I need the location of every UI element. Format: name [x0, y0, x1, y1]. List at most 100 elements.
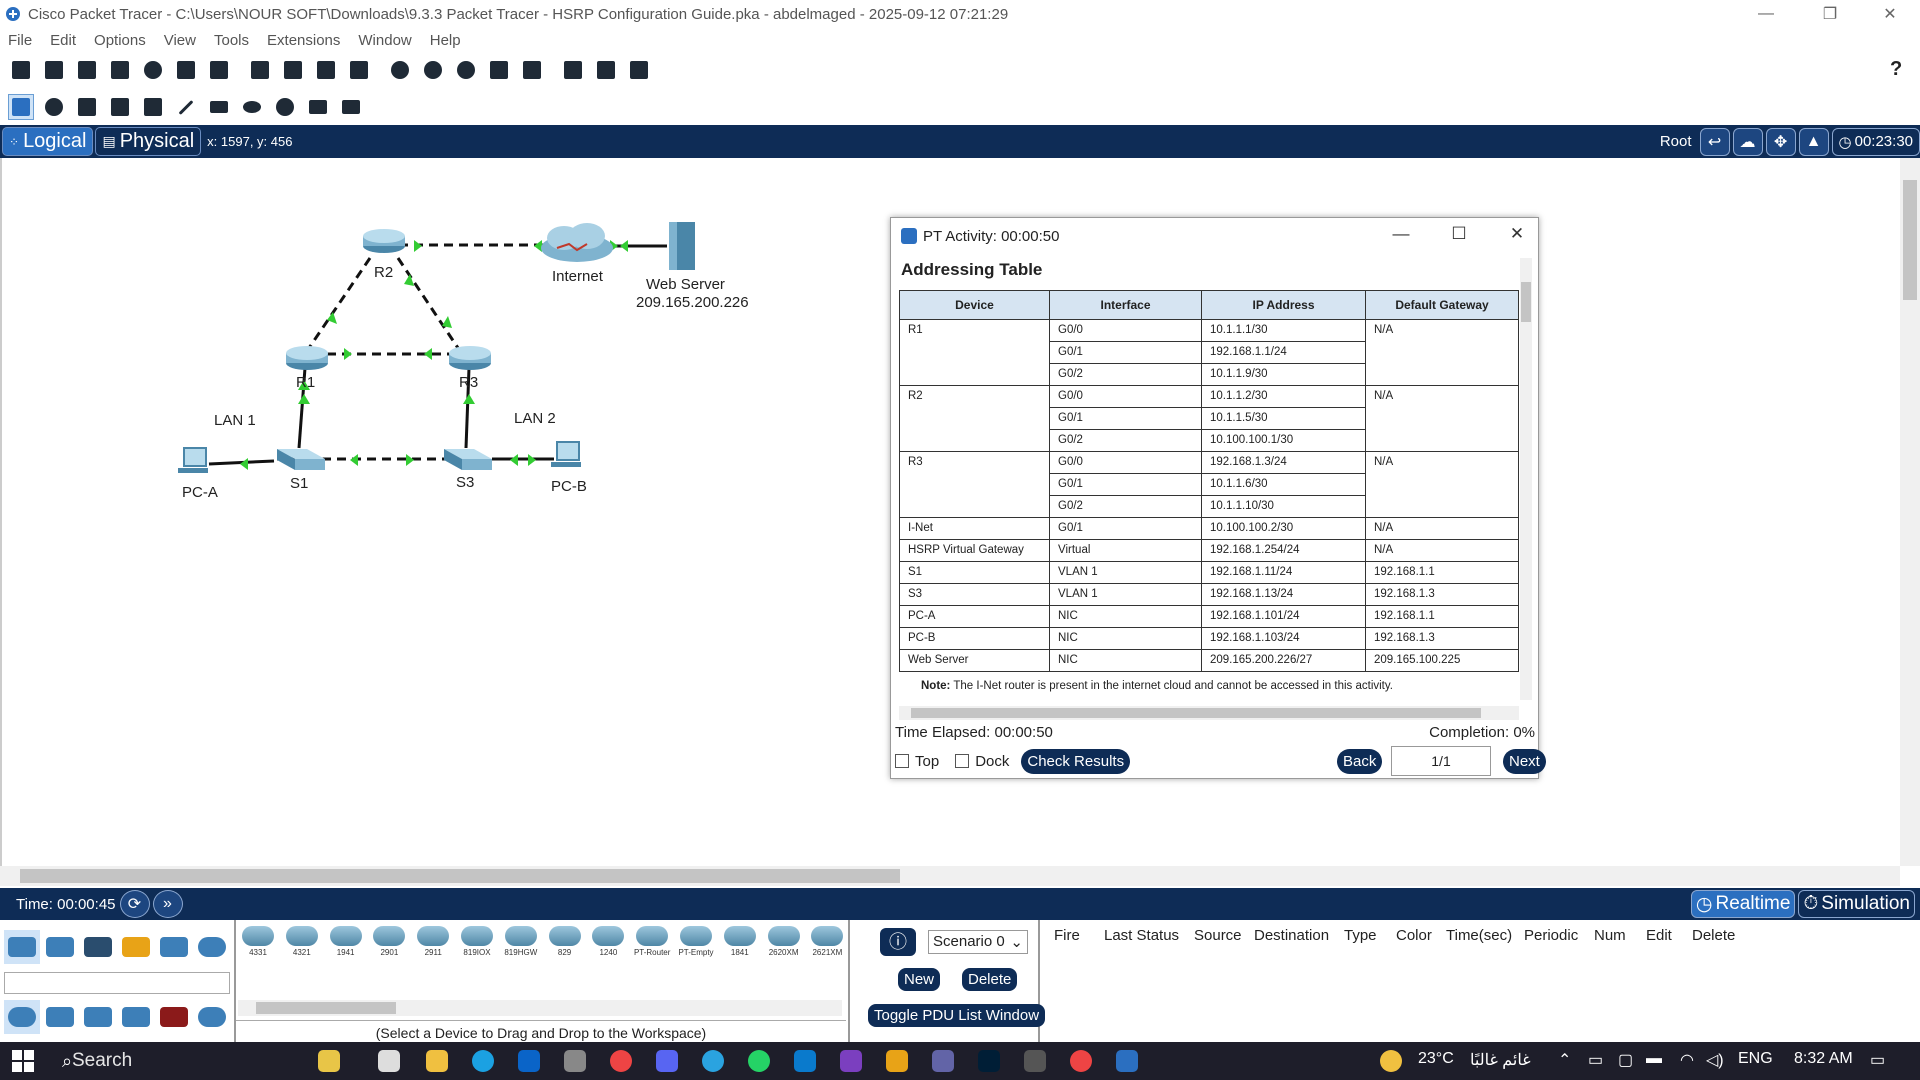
zoom-out-icon[interactable]	[453, 57, 479, 83]
task-view-icon[interactable]	[378, 1050, 400, 1072]
ms-365-icon[interactable]	[886, 1050, 908, 1072]
cluster-icon[interactable]	[560, 57, 586, 83]
battery-icon[interactable]: ▬	[1646, 1050, 1662, 1068]
windows-start-icon[interactable]	[12, 1050, 34, 1072]
back-button[interactable]: Back	[1337, 748, 1383, 774]
page-indicator[interactable]: 1/1	[1391, 746, 1491, 776]
fast-forward-icon[interactable]: »	[152, 890, 183, 918]
maximize-icon[interactable]: ☐	[1439, 224, 1479, 244]
close-icon[interactable]: ✕	[1497, 224, 1537, 244]
telegram-icon[interactable]	[702, 1050, 724, 1072]
subcategory-security[interactable]	[156, 1000, 192, 1034]
zoom-in-icon[interactable]	[387, 57, 413, 83]
scroll-thumb[interactable]	[20, 869, 900, 883]
inspect-icon[interactable]	[41, 94, 67, 120]
next-button[interactable]: Next	[1503, 748, 1546, 774]
zoom-reset-icon[interactable]	[420, 57, 446, 83]
teams-icon[interactable]	[932, 1050, 954, 1072]
category-misc[interactable]	[156, 930, 192, 964]
network-info-icon[interactable]	[173, 57, 199, 83]
display-icon[interactable]: ▢	[1618, 1050, 1633, 1070]
menu-options[interactable]: Options	[94, 32, 146, 49]
weather-temp[interactable]: 23°C	[1418, 1050, 1454, 1068]
taskbar-search[interactable]: Search	[72, 1050, 132, 1072]
copilot-icon[interactable]	[318, 1050, 340, 1072]
open-folder-icon[interactable]	[41, 57, 67, 83]
edge-icon[interactable]	[472, 1050, 494, 1072]
restore-icon[interactable]: ❐	[1800, 0, 1860, 28]
menu-extensions[interactable]: Extensions	[267, 32, 340, 49]
device-template[interactable]: 829	[545, 926, 585, 962]
chrome-icon[interactable]	[610, 1050, 632, 1072]
device-template[interactable]: 2911	[413, 926, 453, 962]
device-template[interactable]: 2621XM	[807, 926, 847, 962]
activity-wizard-icon[interactable]	[206, 57, 232, 83]
subcategory-hubs[interactable]	[80, 1000, 116, 1034]
subcategory-wireless[interactable]	[118, 1000, 154, 1034]
device-template[interactable]: 2620XM	[764, 926, 804, 962]
device-template[interactable]: PT-Router	[632, 926, 672, 962]
redo-icon[interactable]	[346, 57, 372, 83]
device-template-icon[interactable]	[593, 57, 619, 83]
scenario-select[interactable]: Scenario 0 ⌄	[928, 930, 1028, 954]
tab-logical[interactable]: ⁘ Logical	[2, 127, 94, 156]
activity-hscrollbar[interactable]	[899, 706, 1519, 720]
device-template[interactable]: 4331	[238, 926, 278, 962]
wifi-icon[interactable]: ◠	[1680, 1050, 1694, 1070]
simulation-mode-button[interactable]: ⏱ Simulation	[1798, 890, 1915, 918]
menu-file[interactable]: File	[8, 32, 32, 49]
chrome-icon[interactable]	[1070, 1050, 1092, 1072]
category-components[interactable]	[80, 930, 116, 964]
subcategory-switches[interactable]	[42, 1000, 78, 1034]
new-scenario-button[interactable]: New	[898, 968, 941, 991]
category-end-devices[interactable]	[42, 930, 78, 964]
add-simple-pdu-icon[interactable]	[305, 94, 331, 120]
top-checkbox[interactable]	[895, 754, 909, 768]
check-results-button[interactable]: Check Results	[1021, 748, 1131, 774]
language-indicator[interactable]: ENG	[1738, 1050, 1773, 1068]
store-icon[interactable]	[564, 1050, 586, 1072]
new-cluster-icon[interactable]: ☁	[1732, 127, 1763, 156]
whatsapp-icon[interactable]	[748, 1050, 770, 1072]
chevron-up-icon[interactable]: ⌃	[1558, 1050, 1571, 1070]
visual-studio-icon[interactable]	[840, 1050, 862, 1072]
minimize-icon[interactable]: —	[1381, 224, 1421, 244]
select-icon[interactable]	[8, 94, 34, 120]
device-template[interactable]: 819HGW	[501, 926, 541, 962]
move-object-icon[interactable]: ✥	[1765, 127, 1796, 156]
close-icon[interactable]: ✕	[1860, 0, 1920, 28]
drawing-palette-icon[interactable]	[486, 57, 512, 83]
calculator-icon[interactable]	[1024, 1050, 1046, 1072]
info-icon[interactable]: ⓘ	[880, 928, 916, 956]
weather-icon[interactable]	[1380, 1050, 1402, 1072]
tab-physical[interactable]: ▤ Physical	[95, 127, 202, 156]
save-icon[interactable]	[74, 57, 100, 83]
draw-rectangle-icon[interactable]	[206, 94, 232, 120]
undo-icon[interactable]	[313, 57, 339, 83]
draw-line-icon[interactable]	[173, 94, 199, 120]
file-explorer-icon[interactable]	[426, 1050, 448, 1072]
menu-window[interactable]: Window	[358, 32, 411, 49]
realtime-mode-button[interactable]: ◷ Realtime	[1690, 890, 1796, 918]
workspace-vscrollbar[interactable]	[1900, 158, 1920, 866]
photoshop-icon[interactable]	[978, 1050, 1000, 1072]
paste-icon[interactable]	[280, 57, 306, 83]
taskbar-clock[interactable]: 8:32 AM	[1794, 1050, 1853, 1068]
notifications-icon[interactable]: ▭	[1870, 1050, 1885, 1070]
device-icon[interactable]: ▭	[1588, 1050, 1603, 1070]
subcategory-wan-emulation[interactable]	[194, 1000, 230, 1034]
device-list-hscrollbar[interactable]	[238, 1000, 842, 1016]
device-template[interactable]: 2901	[369, 926, 409, 962]
print-icon[interactable]	[107, 57, 133, 83]
custom-device-icon[interactable]	[519, 57, 545, 83]
category-network-devices[interactable]	[4, 930, 40, 964]
delete-icon[interactable]	[74, 94, 100, 120]
add-complex-pdu-icon[interactable]	[338, 94, 364, 120]
category-connections-icon[interactable]	[118, 930, 154, 964]
vscode-icon[interactable]	[794, 1050, 816, 1072]
freeform-icon[interactable]	[272, 94, 298, 120]
copy-icon[interactable]	[247, 57, 273, 83]
menu-edit[interactable]: Edit	[50, 32, 76, 49]
new-file-icon[interactable]	[8, 57, 34, 83]
screenshot-icon[interactable]	[626, 57, 652, 83]
